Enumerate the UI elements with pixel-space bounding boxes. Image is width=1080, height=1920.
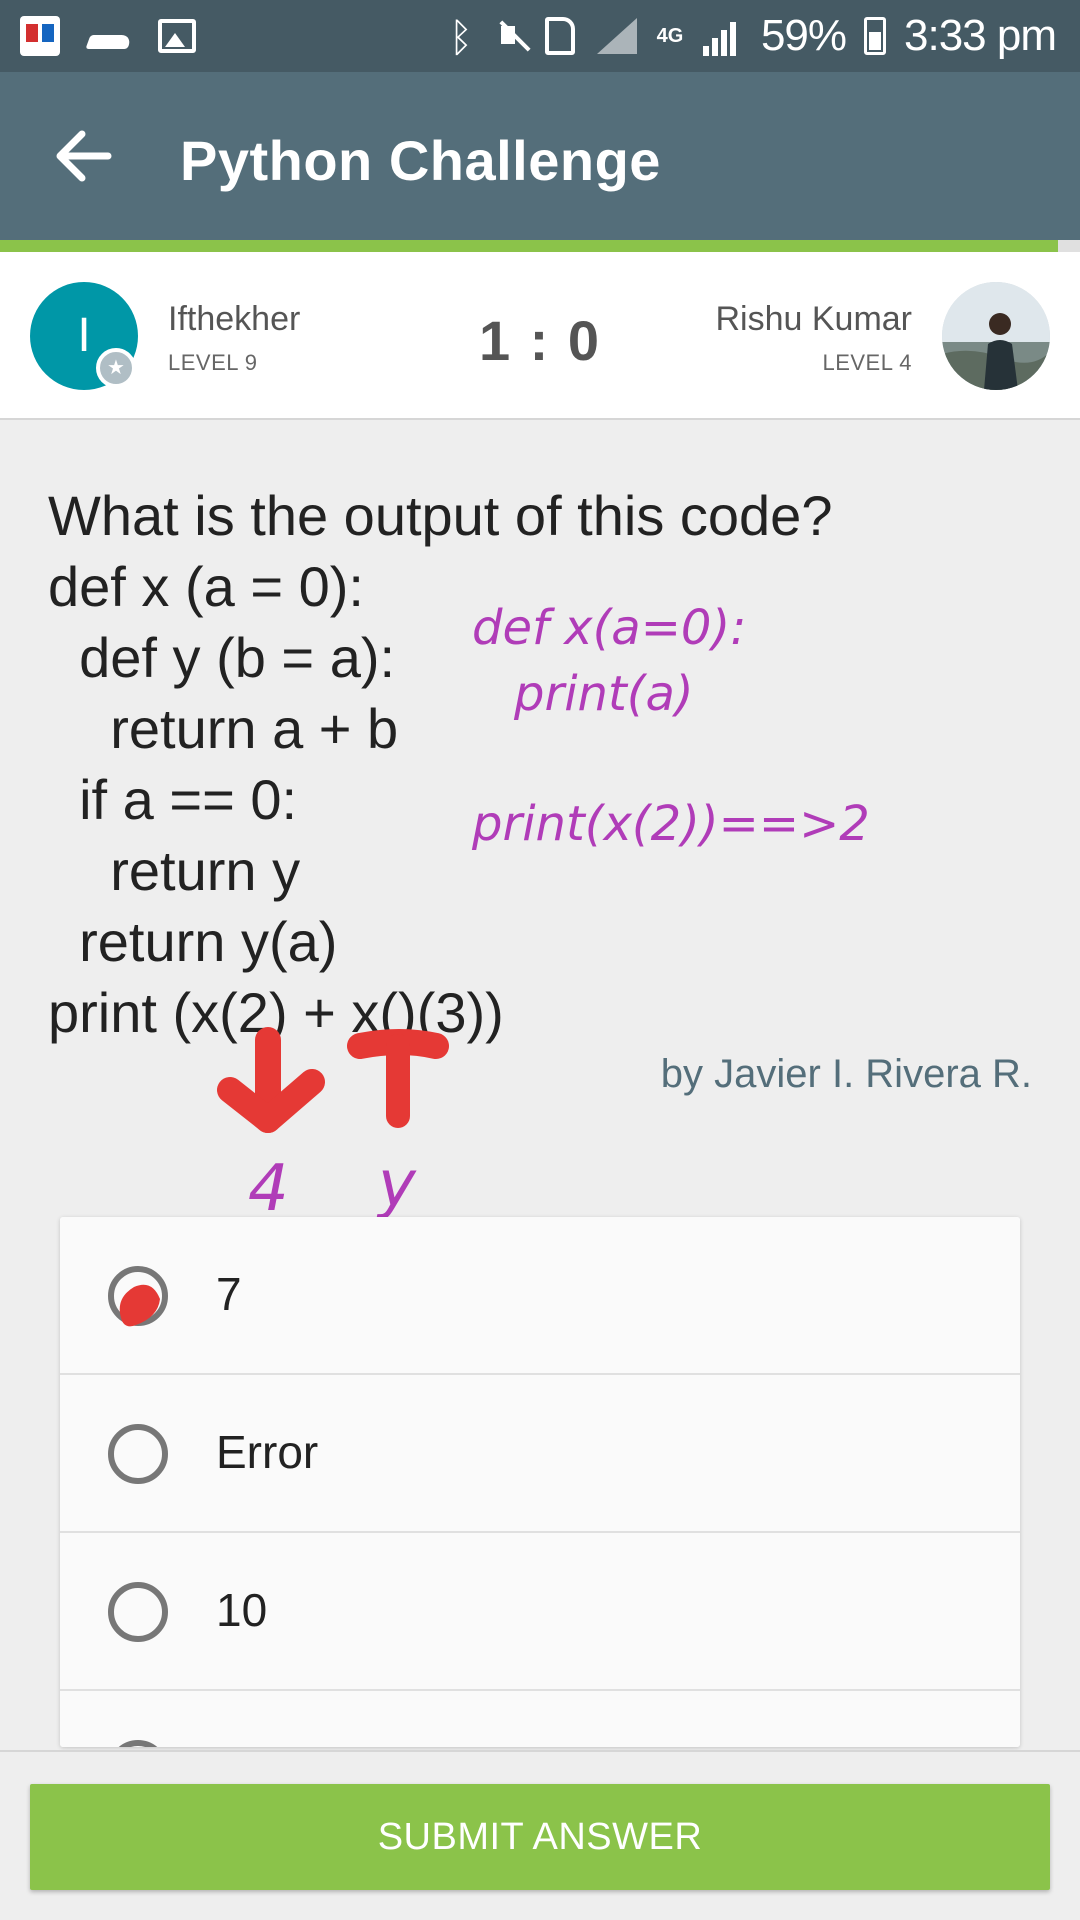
option-item[interactable]: Error: [60, 1375, 1020, 1533]
status-left-icons: [20, 16, 196, 56]
4g-icon: 4G: [656, 25, 684, 47]
photo-avatar: [942, 282, 1050, 390]
signal-icon: [593, 16, 637, 56]
note-value-four: 4: [248, 1152, 289, 1226]
status-right: 4G 59% 3:33 pm: [449, 8, 1057, 66]
option-item[interactable]: 7: [60, 1217, 1020, 1375]
question-line: What is the output of this code?: [48, 484, 833, 547]
code-line: def y (b = a):: [48, 626, 396, 689]
bottom-bar: SUBMIT ANSWER: [0, 1750, 1080, 1920]
radio-button[interactable]: [108, 1740, 168, 1747]
clock: 3:33 pm: [904, 11, 1057, 60]
image-icon: [158, 19, 196, 53]
option-label: Error: [216, 1426, 319, 1478]
mute-icon: [497, 16, 527, 56]
option-item[interactable]: [60, 1691, 1020, 1747]
page-title: Python Challenge: [180, 129, 661, 192]
signal-bars-icon: [702, 16, 743, 56]
challenge-progress-bar: [0, 240, 1080, 252]
submit-answer-button[interactable]: SUBMIT ANSWER: [30, 1784, 1050, 1890]
radio-button[interactable]: [108, 1582, 168, 1642]
red-ink-mark: [119, 1284, 160, 1327]
question-text: What is the output of this code? def x (…: [48, 480, 832, 1048]
battery-percent: 59%: [760, 11, 847, 60]
code-line: return y(a): [48, 910, 338, 973]
players-panel: I ★ Ifthekher LEVEL 9 1 : 0 Rishu Kumar …: [0, 252, 1080, 420]
progress-fill: [0, 240, 1059, 252]
option-item[interactable]: 10: [60, 1533, 1020, 1691]
player-right-avatar[interactable]: [942, 282, 1050, 390]
back-button[interactable]: [44, 116, 124, 196]
note-value-y: y: [376, 1148, 417, 1222]
battery-icon: [864, 17, 887, 55]
code-line: return y: [48, 839, 301, 902]
app-bar: Python Challenge: [0, 72, 1080, 240]
option-label: 10: [216, 1584, 268, 1636]
question-author: by Javier I. Rivera R.: [660, 1052, 1032, 1096]
code-line: if a == 0:: [48, 768, 298, 831]
answer-options: 7 Error 10: [60, 1217, 1020, 1747]
player-right-level: LEVEL 4: [822, 350, 912, 375]
code-line: return a + b: [48, 697, 399, 760]
option-label: 7: [216, 1268, 242, 1320]
radio-button[interactable]: [108, 1424, 168, 1484]
bluetooth-icon: [449, 10, 479, 66]
status-bar: 4G 59% 3:33 pm: [0, 0, 1080, 72]
sim-icon: [544, 17, 575, 55]
code-line: print (x(2) + x()(3)): [48, 981, 504, 1044]
red-arrow-head: [217, 1069, 325, 1133]
app-notification-icon: [20, 16, 60, 56]
code-line: def x (a = 0):: [48, 555, 364, 618]
match-score: 1 : 0: [478, 309, 602, 372]
arrow-left-icon: [56, 130, 112, 182]
player-right-name: Rishu Kumar: [715, 300, 912, 338]
shoe-icon: [86, 21, 132, 51]
